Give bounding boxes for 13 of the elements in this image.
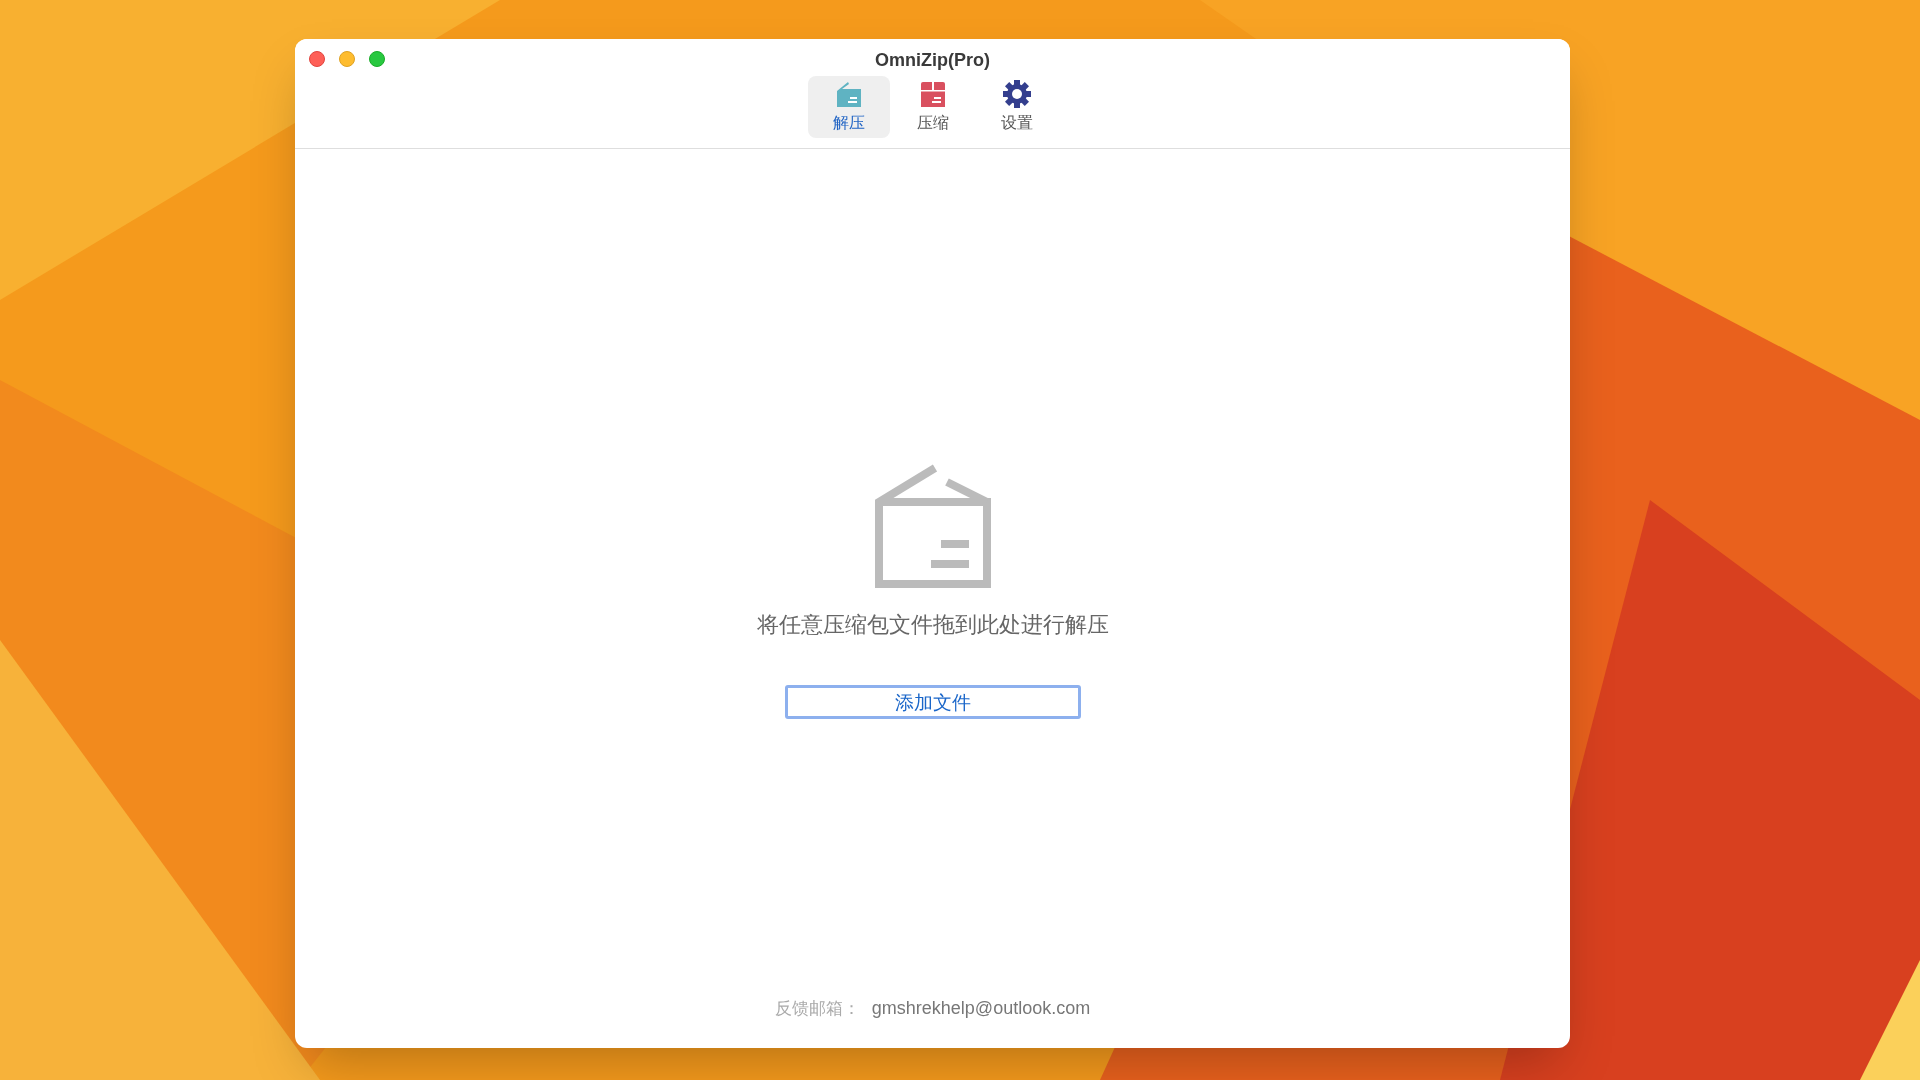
zoom-button[interactable] bbox=[369, 51, 385, 67]
open-box-icon bbox=[874, 464, 991, 588]
toolbar-tab[interactable]: 解压 bbox=[807, 76, 890, 138]
window-title: OmniZip(Pro) bbox=[875, 49, 990, 72]
settings-icon bbox=[1001, 79, 1032, 109]
close-button[interactable] bbox=[309, 51, 325, 67]
toolbar-tab[interactable]: 压缩 bbox=[891, 76, 974, 138]
add-files-button[interactable]: 添加文件 bbox=[784, 685, 1081, 719]
toolbar-tab[interactable]: 设置 bbox=[975, 76, 1058, 138]
feedback-email[interactable]: gmshrekhelp@outlook.com bbox=[871, 995, 1091, 1022]
minimize-button[interactable] bbox=[339, 51, 355, 67]
feedback-label: 反馈邮箱： bbox=[774, 997, 860, 1020]
drop-hint: 将任意压缩包文件拖到此处进行解压 bbox=[756, 611, 1109, 639]
